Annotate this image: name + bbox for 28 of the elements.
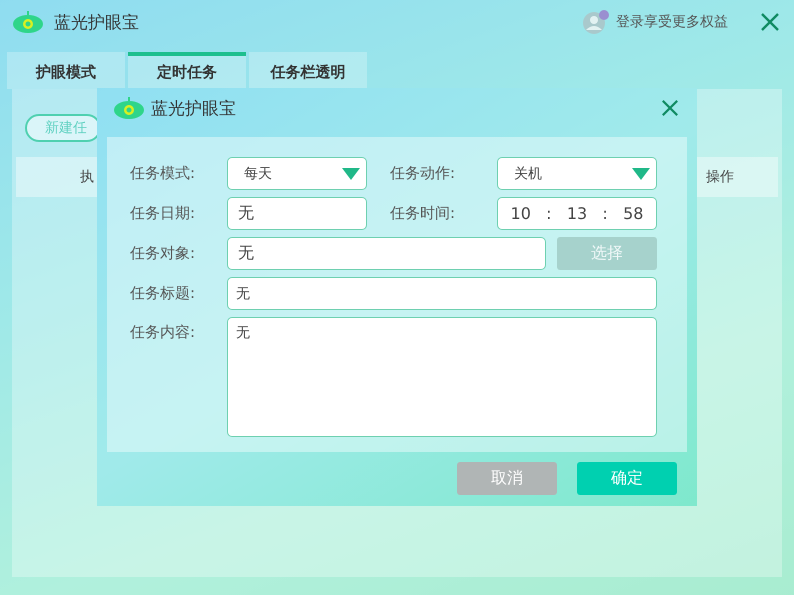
tab[interactable]: 任务栏透明 xyxy=(249,52,367,89)
dialog-title: 蓝光护眼宝 xyxy=(151,98,236,120)
login-link[interactable]: 登录享受更多权益 xyxy=(616,13,728,31)
field-label: 任务对象: xyxy=(130,244,196,263)
column-header: 执 xyxy=(80,168,94,186)
eye-logo-icon xyxy=(12,10,44,34)
field-label: 任务模式: xyxy=(130,164,196,183)
time-field[interactable]: 10 : 13 : 58 xyxy=(497,197,657,230)
app-title: 蓝光护眼宝 xyxy=(54,12,139,34)
field-label: 任务内容: xyxy=(130,322,196,342)
field-label: 任务日期: xyxy=(130,204,196,223)
close-icon[interactable] xyxy=(760,12,780,32)
close-icon[interactable] xyxy=(661,99,679,117)
date-field[interactable]: 无 xyxy=(227,197,367,230)
field-label: 任务时间: xyxy=(389,204,456,223)
caret-icon xyxy=(342,168,360,180)
caret-icon xyxy=(632,168,650,180)
field-label: 任务标题: xyxy=(130,284,196,303)
eye-logo-icon xyxy=(113,96,145,120)
avatar-icon[interactable] xyxy=(582,9,610,35)
field-label: 任务动作: xyxy=(389,164,456,183)
action-dropdown[interactable]: 关机 xyxy=(497,157,657,190)
content-textarea[interactable]: 无 xyxy=(227,317,657,437)
column-header: 操作 xyxy=(706,168,734,186)
target-field[interactable]: 无 xyxy=(227,237,546,270)
title-field[interactable]: 无 xyxy=(227,277,657,310)
tab[interactable]: 护眼模式 xyxy=(7,52,125,89)
mode-dropdown[interactable]: 每天 xyxy=(227,157,367,190)
